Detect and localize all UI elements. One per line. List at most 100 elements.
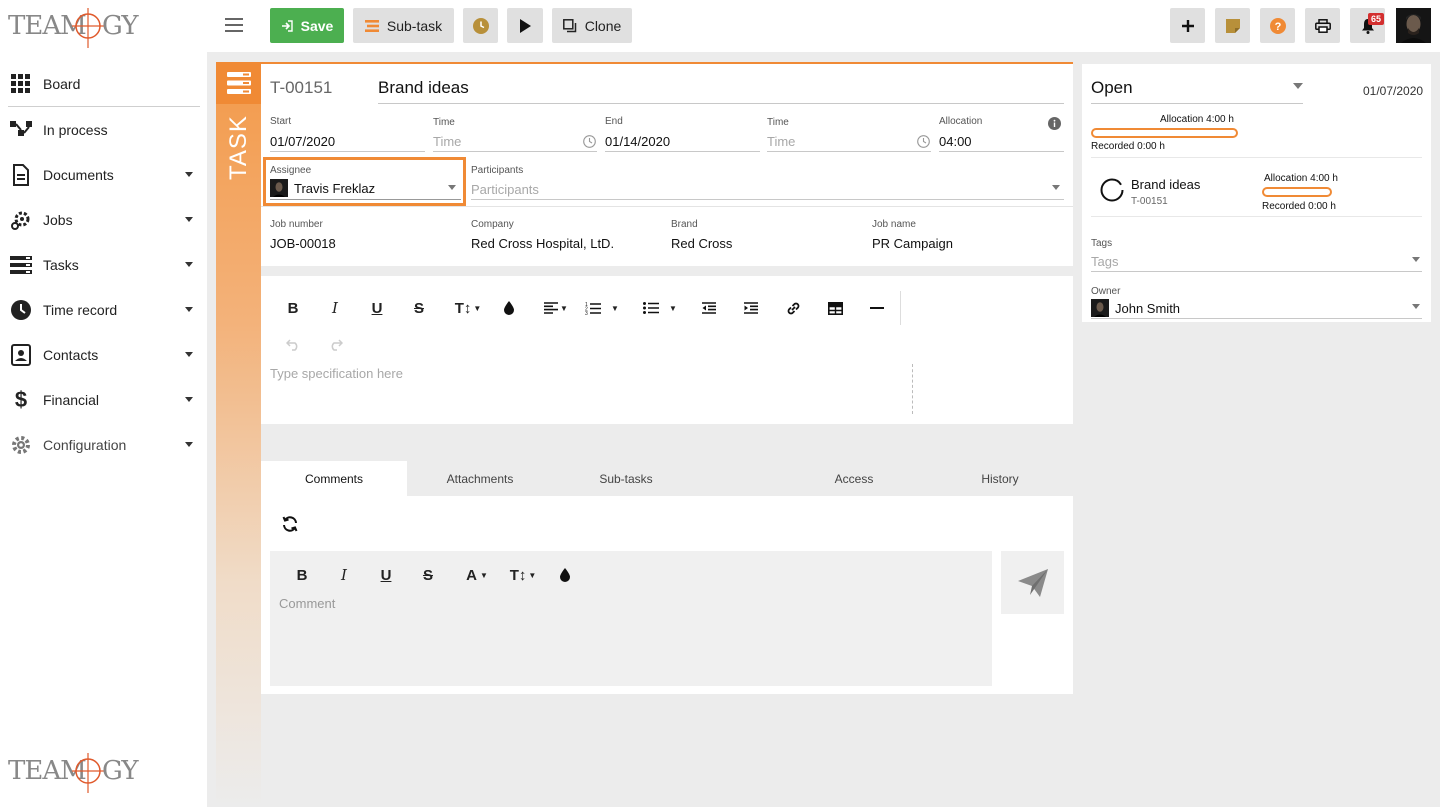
text-size-button[interactable]: T↕ ▼	[451, 296, 485, 320]
tabs-bar: Comments Attachments Sub-tasks Access Hi…	[261, 461, 1073, 496]
chevron-down-icon[interactable]	[1412, 304, 1420, 309]
notes-button[interactable]	[1215, 8, 1250, 43]
allocation-field[interactable]: 04:00	[939, 134, 972, 149]
chevron-down-icon	[185, 172, 193, 177]
tab-attachments[interactable]: Attachments	[407, 461, 553, 496]
help-button[interactable]: ?	[1260, 8, 1295, 43]
horizontal-rule-icon[interactable]	[865, 296, 889, 320]
job-name-value[interactable]: PR Campaign	[872, 236, 953, 251]
sidebar-item-financial[interactable]: $ Financial	[0, 377, 207, 422]
sidebar-item-configuration[interactable]: Configuration	[0, 422, 207, 467]
color-drop-icon[interactable]	[497, 296, 521, 320]
sidebar-item-in-process[interactable]: In process	[0, 107, 207, 152]
redo-icon[interactable]	[323, 333, 347, 357]
end-date-field[interactable]: 01/14/2020	[605, 134, 670, 149]
tab-comments[interactable]: Comments	[261, 461, 407, 496]
printer-icon	[1314, 18, 1331, 33]
assignee-select[interactable]: Travis Freklaz	[294, 181, 375, 196]
undo-icon[interactable]	[281, 333, 305, 357]
dollar-icon: $	[14, 386, 28, 412]
sidebar-item-label: Jobs	[43, 211, 73, 228]
teamogy-logo[interactable]: TEAM GY	[8, 4, 142, 52]
ordered-list-dropdown[interactable]: ▼	[608, 296, 622, 320]
tags-label: Tags	[1091, 238, 1113, 249]
status-select[interactable]: Open	[1091, 78, 1133, 98]
comment-bold-button[interactable]: B	[290, 563, 314, 587]
brand-value[interactable]: Red Cross	[671, 236, 732, 251]
svg-text:GY: GY	[102, 756, 139, 786]
comment-underline-button[interactable]: U	[374, 563, 398, 587]
info-icon[interactable]	[1048, 117, 1061, 130]
brand-label: Brand	[671, 219, 698, 230]
comment-text-size-button[interactable]: T↕ ▼	[506, 563, 540, 587]
menu-toggle-icon[interactable]	[225, 18, 243, 32]
comment-font-color-button[interactable]: A ▼	[460, 563, 494, 587]
end-time-field[interactable]: Time	[767, 134, 795, 149]
start-time-field[interactable]: Time	[433, 134, 461, 149]
outdent-icon[interactable]	[697, 296, 721, 320]
subtask-button[interactable]: Sub-task	[353, 8, 454, 43]
clock-icon[interactable]	[917, 135, 930, 148]
refresh-icon[interactable]	[278, 512, 302, 536]
print-button[interactable]	[1305, 8, 1340, 43]
comment-strikethrough-button[interactable]: S	[416, 563, 440, 587]
play-icon	[520, 18, 531, 33]
chevron-down-icon[interactable]	[448, 185, 456, 190]
sidebar-item-time-record[interactable]: Time record	[0, 287, 207, 332]
sidebar-item-jobs[interactable]: Jobs	[0, 197, 207, 242]
avatar[interactable]	[1396, 8, 1431, 43]
company-label: Company	[471, 219, 514, 230]
align-button[interactable]: ▼	[541, 296, 571, 320]
copy-icon	[562, 18, 576, 32]
tags-select[interactable]: Tags	[1091, 254, 1118, 269]
strikethrough-button[interactable]: S	[407, 296, 431, 320]
bullet-list-icon[interactable]	[639, 296, 663, 320]
clock-icon[interactable]	[583, 135, 596, 148]
play-button[interactable]	[507, 8, 543, 43]
job-number-value[interactable]: JOB-00018	[270, 236, 336, 251]
save-button[interactable]: Save	[270, 8, 344, 43]
sidebar-item-contacts[interactable]: Contacts	[0, 332, 207, 377]
comment-italic-button[interactable]: I	[332, 563, 356, 587]
chevron-down-icon[interactable]	[1052, 185, 1060, 190]
tab-label: Sub-tasks	[599, 471, 653, 486]
chevron-down-icon[interactable]	[1412, 257, 1420, 262]
table-icon[interactable]	[823, 296, 847, 320]
send-comment-button[interactable]	[1001, 551, 1064, 614]
ordered-list-icon[interactable]: 123	[581, 296, 605, 320]
job-number-label: Job number	[270, 219, 323, 230]
chevron-down-icon[interactable]	[1293, 83, 1303, 89]
tab-sub-tasks[interactable]: Sub-tasks	[553, 461, 699, 496]
subtask-lines-icon	[364, 19, 379, 32]
task-title-field[interactable]: Brand ideas	[378, 78, 469, 98]
sidebar-nav: Board In process Documents Jobs Tasks Ti…	[0, 62, 207, 467]
company-value[interactable]: Red Cross Hospital, LtD.	[471, 236, 614, 251]
tab-access[interactable]: Access	[781, 461, 927, 496]
tab-history[interactable]: History	[927, 461, 1073, 496]
bullet-list-dropdown[interactable]: ▼	[666, 296, 680, 320]
link-icon[interactable]	[781, 296, 805, 320]
grid-icon	[10, 73, 32, 95]
sidebar-item-tasks[interactable]: Tasks	[0, 242, 207, 287]
comment-input[interactable]: Comment	[279, 596, 335, 611]
underline-button[interactable]: U	[365, 296, 389, 320]
specification-textarea[interactable]: Type specification here	[270, 366, 403, 381]
add-button[interactable]	[1170, 8, 1205, 43]
recorded-text: Recorded 0:00 h	[1091, 141, 1165, 152]
sidebar-item-board[interactable]: Board	[8, 62, 200, 107]
participants-select[interactable]: Participants	[471, 182, 539, 197]
color-drop-icon[interactable]	[553, 563, 577, 587]
bold-button[interactable]: B	[281, 296, 305, 320]
indent-icon[interactable]	[739, 296, 763, 320]
timer-button[interactable]	[463, 8, 498, 43]
subtask-item[interactable]: Brand ideas T-00151 Allocation 4:00 h Re…	[1091, 159, 1422, 216]
clone-button[interactable]: Clone	[552, 8, 632, 43]
assignee-avatar	[270, 179, 288, 197]
owner-select[interactable]: John Smith	[1115, 301, 1180, 316]
start-date-field[interactable]: 01/07/2020	[270, 134, 335, 149]
notifications-button[interactable]: 65	[1350, 8, 1385, 43]
italic-button[interactable]: I	[323, 296, 347, 320]
svg-text:GY: GY	[102, 11, 139, 41]
chevron-down-icon	[185, 442, 193, 447]
sidebar-item-documents[interactable]: Documents	[0, 152, 207, 197]
